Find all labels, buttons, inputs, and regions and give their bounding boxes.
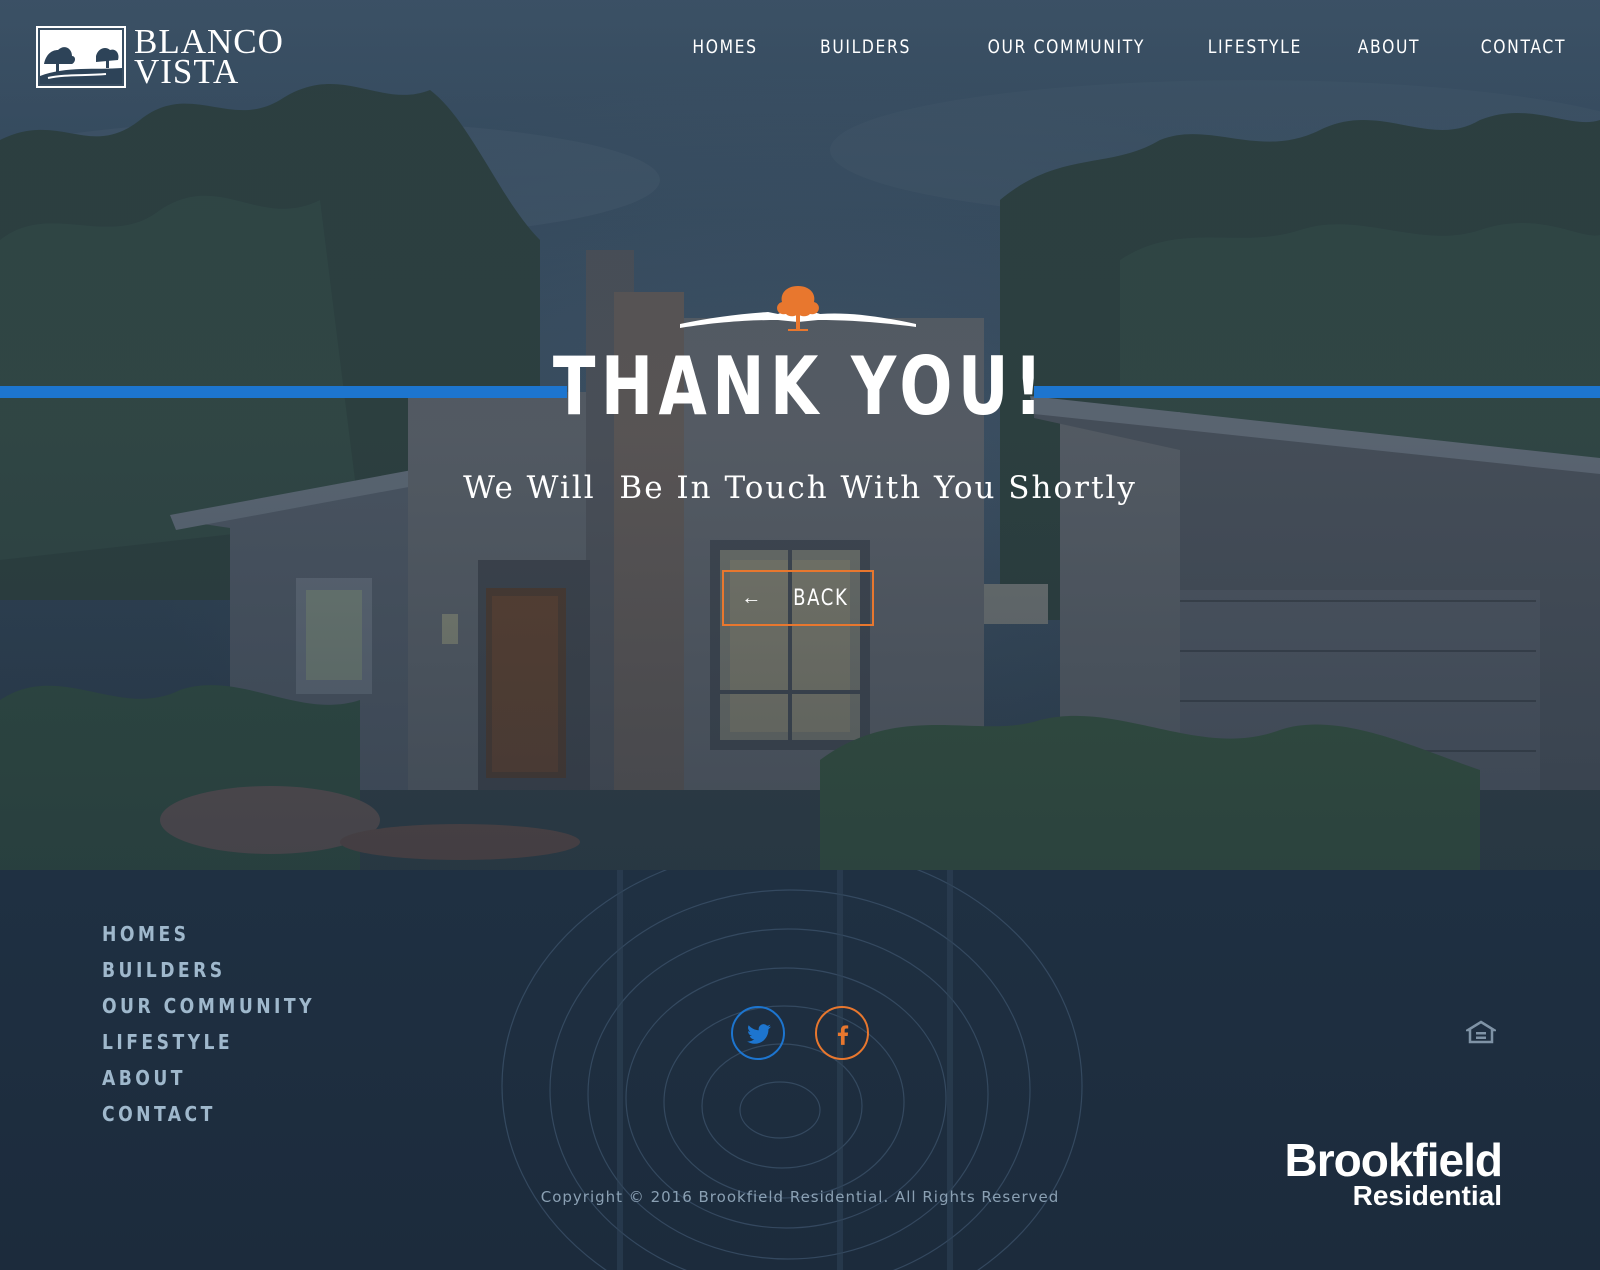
twitter-button[interactable] (731, 1006, 785, 1060)
arrow-left-icon: ← (741, 586, 762, 609)
equal-housing-icon (1466, 1020, 1496, 1044)
page-title: THANK YOU! (0, 340, 1600, 433)
nav-item-homes[interactable]: HOMES (692, 36, 757, 58)
back-button-label: BACK (793, 585, 849, 611)
footer-nav-item-lifestyle[interactable]: LIFESTYLE (102, 1030, 315, 1066)
facebook-button[interactable] (815, 1006, 869, 1060)
footer-nav-item-about[interactable]: ABOUT (102, 1066, 315, 1102)
footer-nav-item-contact[interactable]: CONTACT (102, 1102, 315, 1138)
footer-nav-item-our-community[interactable]: OUR COMMUNITY (102, 994, 315, 1030)
footer-navigation: HOMES BUILDERS OUR COMMUNITY LIFESTYLE A… (102, 922, 350, 1138)
page-subtitle: We Will Be In Touch With You Shortly (463, 470, 1137, 506)
twitter-icon (747, 1024, 771, 1044)
thank-you-panel: THANK YOU! We Will Be In Touch With You … (0, 280, 1600, 650)
footer-nav-item-homes[interactable]: HOMES (102, 922, 315, 958)
facebook-icon (837, 1025, 849, 1045)
back-button[interactable]: ← BACK (722, 570, 874, 626)
nav-item-about[interactable]: ABOUT (1357, 36, 1419, 58)
page-title-text: THANK YOU! (552, 340, 1048, 433)
ridge-tree-icon (680, 286, 916, 331)
footer-nav-item-builders[interactable]: BUILDERS (102, 958, 315, 994)
tree-rings-graphic (501, 870, 1083, 1270)
brookfield-logo[interactable]: Brookfield Residential (1262, 1134, 1503, 1211)
nav-item-contact[interactable]: CONTACT (1481, 36, 1566, 58)
logo-line-2: VISTA (134, 52, 240, 91)
site-footer: HOMES BUILDERS OUR COMMUNITY LIFESTYLE A… (0, 870, 1600, 1270)
logo-tree-icon (36, 26, 126, 88)
logo-wordmark: BLANCO VISTA (134, 24, 284, 91)
nav-item-builders[interactable]: BUILDERS (820, 36, 911, 58)
nav-item-our-community[interactable]: OUR COMMUNITY (987, 36, 1144, 58)
brookfield-logo-line-1: Brookfield (1284, 1134, 1503, 1186)
site-logo[interactable]: BLANCO VISTA (36, 24, 286, 91)
main-navigation: HOMES BUILDERS OUR COMMUNITY LIFESTYLE A… (636, 36, 1566, 58)
nav-item-lifestyle[interactable]: LIFESTYLE (1207, 36, 1301, 58)
brookfield-logo-line-2: Residential (1352, 1180, 1502, 1211)
hero-section: BLANCO VISTA HOMES BUILDERS OUR COMMUNIT… (0, 0, 1600, 870)
